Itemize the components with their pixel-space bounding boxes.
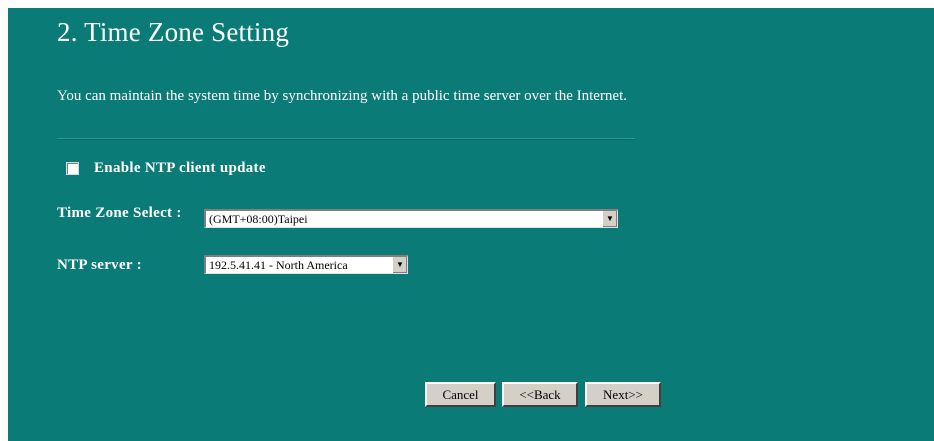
time-zone-settings-panel: 2. Time Zone Setting You can maintain th… [8, 8, 934, 441]
next-button[interactable]: Next>> [585, 382, 661, 407]
ntp-enable-checkbox[interactable] [66, 162, 79, 175]
page-description: You can maintain the system time by sync… [57, 88, 628, 104]
cancel-button[interactable]: Cancel [425, 382, 496, 407]
timezone-selected-value: (GMT+08:00)Taipei [209, 212, 308, 226]
ntp-enable-label: Enable NTP client update [94, 160, 266, 176]
page-title: 2. Time Zone Setting [57, 17, 290, 47]
timezone-label: Time Zone Select : [57, 205, 182, 221]
ntp-server-label: NTP server : [57, 257, 142, 273]
chevron-down-icon[interactable]: ▼ [602, 211, 617, 227]
ntp-server-selected-value: 192.5.41.41 - North America [209, 258, 348, 272]
section-divider [57, 138, 635, 140]
timezone-select[interactable]: (GMT+08:00)Taipei ▼ [204, 209, 618, 228]
ntp-enable-row: Enable NTP client update [66, 160, 266, 177]
ntp-server-select[interactable]: 192.5.41.41 - North America ▼ [204, 255, 408, 274]
chevron-down-icon[interactable]: ▼ [392, 257, 407, 273]
back-button[interactable]: <<Back [502, 382, 578, 407]
